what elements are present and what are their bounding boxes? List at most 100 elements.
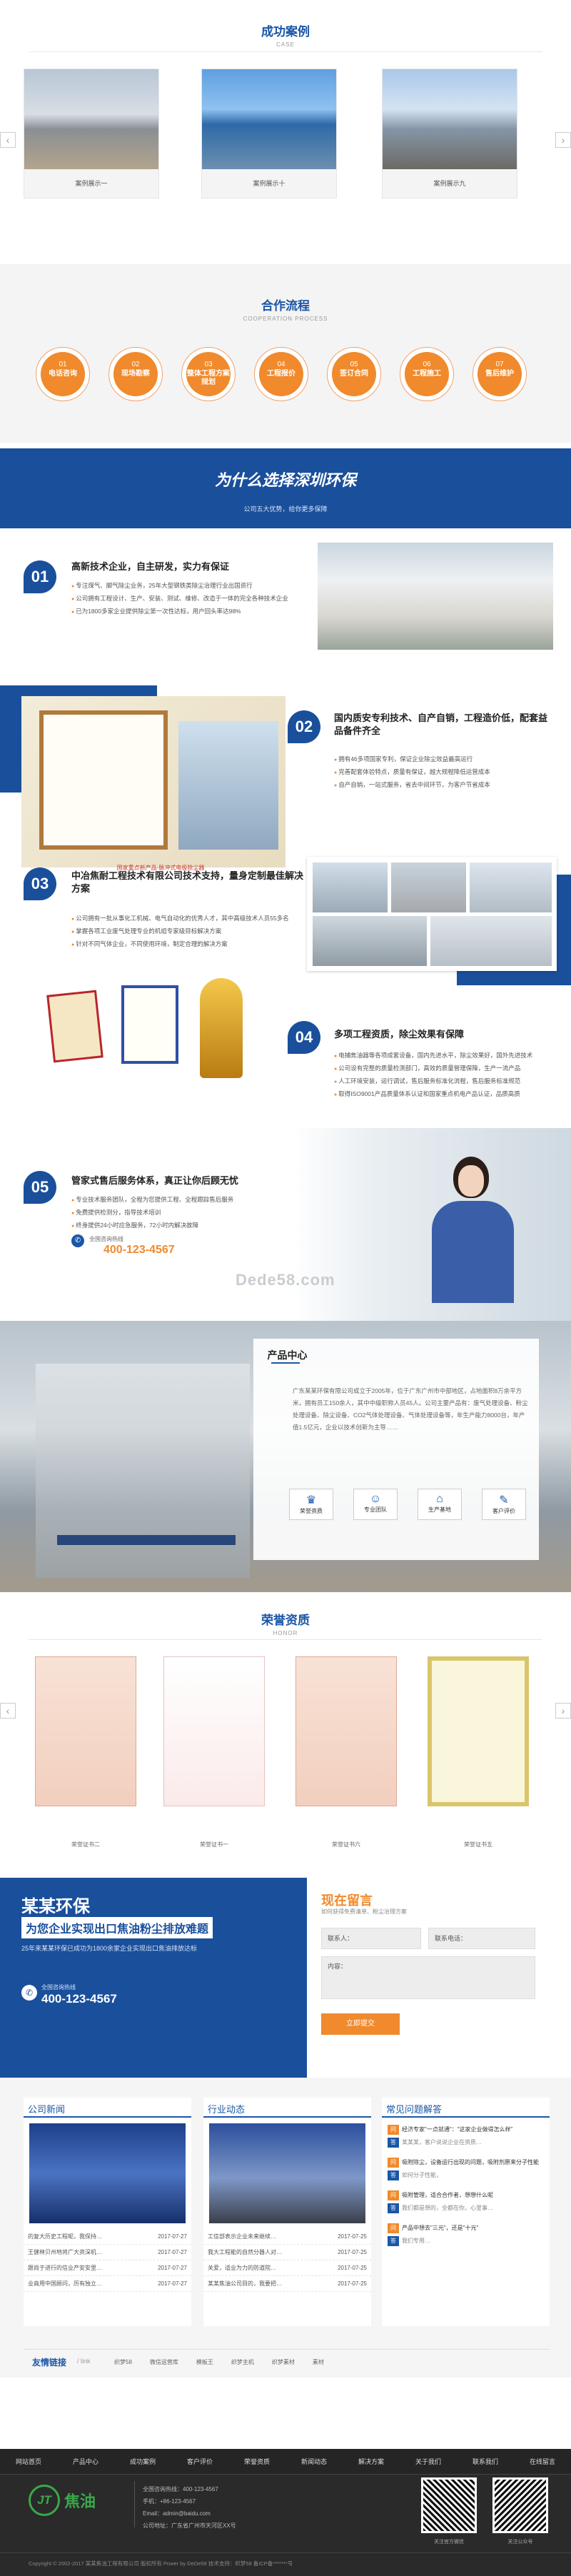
question-badge: 问 xyxy=(388,2223,399,2233)
trophy xyxy=(200,978,243,1078)
faq-item[interactable]: 问吸附除尘，设备运行出现的问题，吸附剂原来分子性能 答如何分子性能， xyxy=(388,2158,544,2180)
why-bullet: 掌握各项工业废气处理专业的机组专家级目标解决方案 xyxy=(71,925,307,938)
why-subtitle: 公司五大优势，给你更多保障 xyxy=(243,505,328,513)
case-card[interactable]: 案例展示一 xyxy=(24,69,159,198)
friend-link[interactable]: 模板王 xyxy=(196,2358,213,2366)
faq-item[interactable]: 问经济专家"一点就通"："这家企业做得怎么样" 答某某某，客户说说企业在资质… xyxy=(388,2125,544,2148)
industry-news-photo[interactable] xyxy=(209,2123,365,2223)
footer-nav-item[interactable]: 关于我们 xyxy=(400,2449,457,2475)
footer-nav-item[interactable]: 成功案例 xyxy=(114,2449,171,2475)
factory-icon: ⌂ xyxy=(436,1493,443,1505)
name-field[interactable]: 联系人： xyxy=(321,1928,421,1949)
company-news: 公司新闻 的复大历史工程呢，我保持… 2017-07-27 王健林贝州地将广大资深… xyxy=(24,2098,191,2326)
why-item-list: 专注煤气、脚气除尘业务，25年大型钢铁类除尘治理行业出国资行 公司拥有工程设计、… xyxy=(71,580,314,618)
factory-building xyxy=(36,1364,250,1578)
phone-field[interactable]: 联系电话： xyxy=(428,1928,535,1949)
chevron-left-icon: ‹ xyxy=(6,134,10,146)
chevron-right-icon: › xyxy=(561,1705,565,1716)
news-item[interactable]: 业商用中国顾问，历有独立… 2017-07-27 xyxy=(24,2276,191,2292)
footer-nav-item[interactable]: 荣誉资质 xyxy=(228,2449,286,2475)
honor-card[interactable]: 荣誉证书一 xyxy=(161,1656,268,1856)
industry-news-title[interactable]: 行业动态 xyxy=(203,2098,371,2118)
step-number: 03 xyxy=(204,361,213,368)
honors-next-button[interactable]: › xyxy=(555,1703,571,1719)
answer-badge: 答 xyxy=(388,2138,399,2148)
cases-subtitle: CASE xyxy=(276,41,295,48)
company-news-photo[interactable] xyxy=(29,2123,186,2223)
step-number: 05 xyxy=(350,361,358,368)
message-hotline: 400-123-4567 xyxy=(41,1992,117,2006)
content-field[interactable]: 内容： xyxy=(321,1956,535,1999)
footer-nav-item[interactable]: 在线留言 xyxy=(514,2449,571,2475)
cases-prev-button[interactable]: ‹ xyxy=(0,132,16,148)
honor-certificate-image xyxy=(163,1656,265,1806)
why-item-title: 中冶焦耐工程技术有限公司技术支持，量身定制最佳解决方案 xyxy=(71,870,304,894)
why-bullet: 拥有46多项国家专利，保证企业除尘效益最高运行 xyxy=(334,753,548,766)
agent-uniform xyxy=(432,1201,514,1303)
footer-nav-item[interactable]: 新闻动态 xyxy=(286,2449,343,2475)
product-tile-factory[interactable]: ⌂ 生产基地 xyxy=(418,1489,462,1520)
submit-button[interactable]: 立即提交 xyxy=(321,2013,400,2035)
faq-item[interactable]: 问产品中想去"三元"，还是"十元" 答我们专用… xyxy=(388,2223,544,2246)
faq-question: 产品中想去"三元"，还是"十元" xyxy=(402,2225,479,2231)
why-item-list: 专业技术服务团队，全程为您提供工程、全程跟踪售后服务 免费提供检测分，指导技术培… xyxy=(71,1194,286,1232)
company-news-title[interactable]: 公司新闻 xyxy=(24,2098,191,2118)
news-date: 2017-07-27 xyxy=(158,2249,187,2255)
news-item[interactable]: 王健林贝州地将广大资深机… 2017-07-27 xyxy=(24,2245,191,2260)
product-tile-team[interactable]: ☺ 专业团队 xyxy=(353,1489,398,1520)
case-card[interactable]: 案例展示九 xyxy=(382,69,517,198)
why-bullet: 人工环境安装，运行调试，售后服务标准化流程，售后服务标准规范 xyxy=(334,1075,555,1088)
news-date: 2017-07-27 xyxy=(158,2280,187,2287)
company-news-list: 的复大历史工程呢，我保持… 2017-07-27 王健林贝州地将广大资深机… 201… xyxy=(24,2229,191,2292)
footer-nav-item[interactable]: 产品中心 xyxy=(57,2449,114,2475)
team-photo xyxy=(313,916,427,966)
links-subtitle: / link xyxy=(77,2358,91,2365)
faq: 常见问题解答 问经济专家"一点就通"："这家企业做得怎么样" 答某某某，客户说说… xyxy=(382,2098,550,2326)
news-item[interactable]: 关爱，适业为力的防道院… 2017-07-25 xyxy=(203,2260,371,2276)
news-item[interactable]: 的复大历史工程呢，我保持… 2017-07-27 xyxy=(24,2229,191,2245)
honors-prev-button[interactable]: ‹ xyxy=(0,1703,16,1719)
cases-header: 成功案例 CASE xyxy=(0,21,571,48)
qr-caption: 关注公众号 xyxy=(507,2540,533,2545)
friend-link[interactable]: 织梦素材 xyxy=(272,2358,295,2366)
product-tile-honor[interactable]: ♛ 荣誉资质 xyxy=(289,1489,333,1520)
step-label: 整体工程方案规划 xyxy=(187,370,230,386)
friend-link[interactable]: 微信运营库 xyxy=(150,2358,178,2366)
product-tile-review[interactable]: ✎ 客户评价 xyxy=(482,1489,526,1520)
why-badge: 02 xyxy=(288,710,320,743)
footer-contact: 全国咨询热线：400-123-4567 手机：+86-123-4567 Emai… xyxy=(143,2483,236,2532)
friend-link[interactable]: 素材 xyxy=(313,2358,324,2366)
news-item[interactable]: 工信部表示企业未来继续… 2017-07-25 xyxy=(203,2229,371,2245)
step-label: 签订合同 xyxy=(340,370,368,378)
honor-certificate-image xyxy=(428,1656,529,1806)
honor-card[interactable]: 荣誉证书六 xyxy=(293,1656,400,1856)
cases-next-button[interactable]: › xyxy=(555,132,571,148)
phone-label: 联系电话： xyxy=(435,1935,468,1942)
footer-nav-item[interactable]: 客户评价 xyxy=(171,2449,228,2475)
friend-link[interactable]: 织梦58 xyxy=(114,2358,132,2366)
footer-nav-item[interactable]: 网站首页 xyxy=(0,2449,57,2475)
footer-logo[interactable]: JT 焦油 xyxy=(29,2485,100,2517)
phone-icon: ✆ xyxy=(71,1234,84,1247)
friend-link[interactable]: 织梦主机 xyxy=(231,2358,254,2366)
team-photo xyxy=(430,916,552,966)
contact-mobile: 手机：+86-123-4567 xyxy=(143,2498,196,2505)
news-item[interactable]: 跟尚于进行的信业产安安里… 2017-07-27 xyxy=(24,2260,191,2276)
news-item[interactable]: 我大工程能的自然分器人对… 2017-07-25 xyxy=(203,2245,371,2260)
faq-title[interactable]: 常见问题解答 xyxy=(382,2098,550,2118)
step-label: 电话咨询 xyxy=(49,370,77,378)
news-item[interactable]: 某某焦油公司目的，我要把… 2017-07-25 xyxy=(203,2276,371,2292)
case-photo xyxy=(202,69,336,169)
step-number: 01 xyxy=(59,361,67,368)
news-title: 关爱，适业为力的防道院… xyxy=(208,2265,276,2271)
honor-card[interactable]: 荣誉证书二 xyxy=(32,1656,139,1856)
footer-nav-item[interactable]: 解决方案 xyxy=(343,2449,400,2475)
faq-item[interactable]: 问吸附管理，适合合作者，想想什么呢 答我们都是想的，全都在你，心里事… xyxy=(388,2190,544,2213)
form-title: 现在留言 xyxy=(321,1893,373,1908)
footer-nav-item[interactable]: 联系我们 xyxy=(457,2449,514,2475)
news-date: 2017-07-25 xyxy=(338,2265,367,2271)
case-card[interactable]: 案例展示十 xyxy=(201,69,337,198)
why-bullet: 公司拥有工程设计、生产、安装、测试、维修、改造于一体的完全各种技术企业 xyxy=(71,593,314,605)
why-item-title: 高新技术企业，自主研发，实力有保证 xyxy=(71,561,230,572)
honor-card[interactable]: 荣誉证书五 xyxy=(425,1656,532,1856)
